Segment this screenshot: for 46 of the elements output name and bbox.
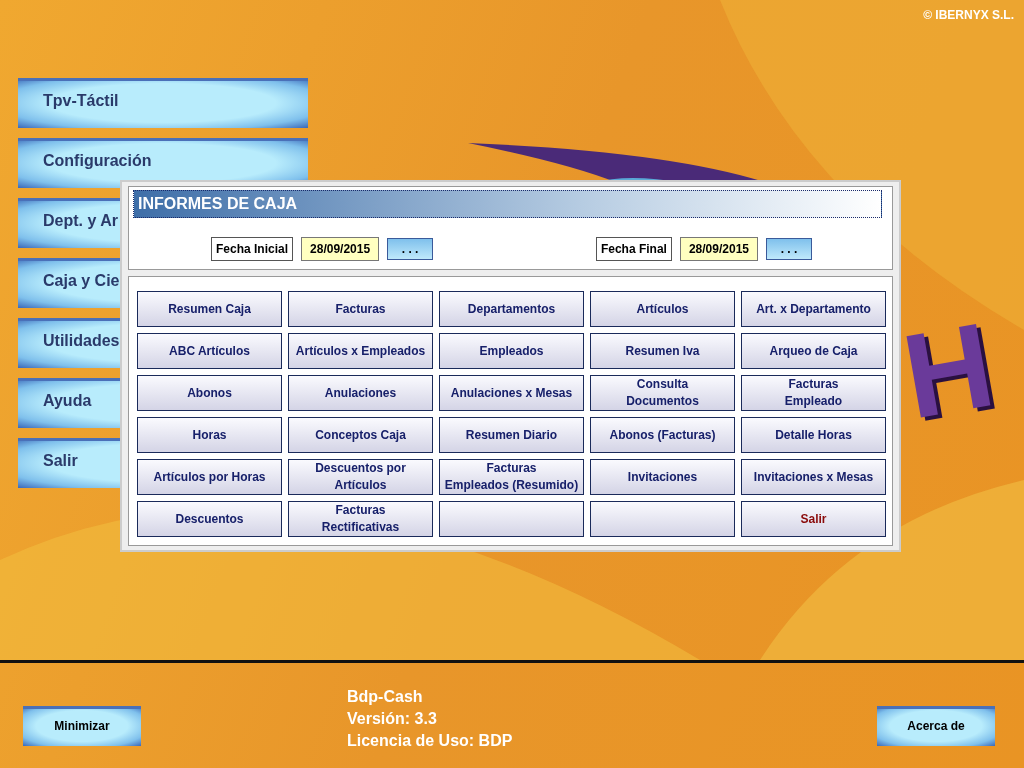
date-picker-button[interactable]: . . . — [387, 238, 434, 260]
date-label: Fecha Inicial — [211, 237, 294, 261]
date-field[interactable]: 28/09/2015 — [679, 237, 758, 261]
report-button[interactable]: Departamentos — [439, 291, 584, 327]
report-button[interactable]: Abonos — [137, 375, 282, 411]
report-button[interactable]: Arqueo de Caja — [741, 333, 886, 369]
report-button[interactable]: Facturas Rectificativas — [288, 501, 433, 537]
report-button[interactable]: Invitaciones x Mesas — [741, 459, 886, 495]
report-button[interactable]: Resumen Caja — [137, 291, 282, 327]
info-text: Bdp-Cash — [347, 687, 424, 706]
report-button[interactable]: Abonos (Facturas) — [590, 417, 735, 453]
logo-letter: H — [895, 303, 1002, 437]
report-button[interactable]: Facturas Empleados (Resumido) — [439, 459, 584, 495]
report-button[interactable]: Facturas — [288, 291, 433, 327]
report-button[interactable]: Art. x Departamento — [741, 291, 886, 327]
about-button[interactable]: Acerca de — [877, 705, 995, 746]
report-button[interactable]: Descuentos por Artículos — [288, 459, 433, 495]
date-label: Fecha Final — [595, 237, 672, 261]
dialog-title: INFORMES DE CAJA — [133, 190, 882, 218]
report-button[interactable]: Conceptos Caja — [288, 417, 433, 453]
copyright-text: © IBERNYX S.L. — [923, 8, 1014, 22]
date-picker-button[interactable]: . . . — [766, 238, 812, 260]
report-button[interactable]: Anulaciones x Mesas — [439, 375, 584, 411]
menu-button[interactable]: Tpv-Táctil — [18, 78, 308, 128]
report-button[interactable]: Consulta Documentos — [590, 375, 735, 411]
report-button[interactable]: Empleados — [439, 333, 584, 369]
report-button[interactable]: Descuentos — [137, 501, 282, 537]
report-button[interactable]: Invitaciones — [590, 459, 735, 495]
minimize-button[interactable]: Minimizar — [23, 705, 141, 746]
report-button[interactable]: Facturas Empleado — [741, 375, 886, 411]
report-button[interactable]: Artículos por Horas — [137, 459, 282, 495]
report-button[interactable]: Detalle Horas — [741, 417, 886, 453]
report-button[interactable]: Anulaciones — [288, 375, 433, 411]
exit-button[interactable]: Salir — [741, 501, 886, 537]
report-button[interactable]: Horas — [137, 417, 282, 453]
date-field[interactable]: 28/09/2015 — [301, 237, 380, 261]
report-button[interactable]: Artículos x Empleados — [288, 333, 433, 369]
report-button[interactable]: Resumen Diario — [439, 417, 584, 453]
info-text: Versión: 3.3 — [347, 709, 438, 728]
blank-button[interactable] — [590, 501, 735, 537]
report-button[interactable]: Artículos — [590, 291, 735, 327]
menu-button[interactable]: Configuración — [18, 138, 308, 188]
report-button[interactable]: Resumen Iva — [590, 333, 735, 369]
info-text: Licencia de Uso: BDP — [347, 731, 514, 750]
blank-button[interactable] — [439, 501, 584, 537]
report-button[interactable]: ABC Artículos — [137, 333, 282, 369]
